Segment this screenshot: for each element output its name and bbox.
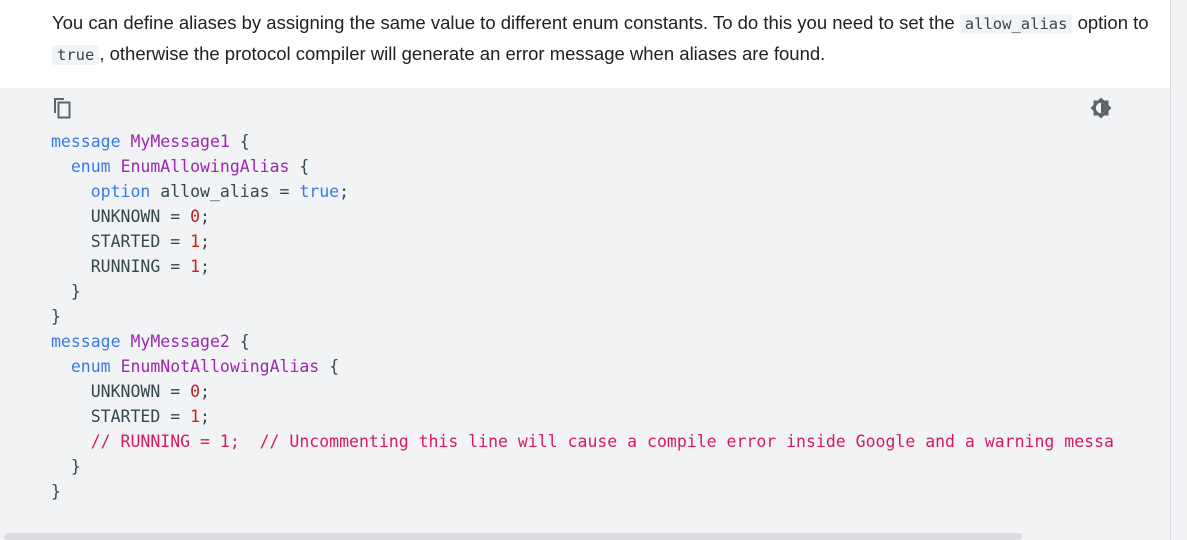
code-semicolon: ; bbox=[200, 257, 210, 276]
code-text: UNKNOWN = bbox=[90, 207, 181, 226]
code-type-name: EnumNotAllowingAlias bbox=[120, 357, 320, 376]
brightness-icon[interactable] bbox=[1089, 96, 1113, 120]
code-line-15: } bbox=[51, 482, 61, 501]
code-semicolon: ; bbox=[200, 382, 210, 401]
horizontal-scrollbar[interactable] bbox=[0, 532, 1170, 540]
code-semicolon: ; bbox=[200, 232, 210, 251]
code-line-6: RUNNING = 1; bbox=[51, 257, 210, 276]
code-brace: } bbox=[70, 457, 81, 476]
code-number: 0 bbox=[190, 382, 201, 401]
code-text: STARTED = bbox=[90, 232, 181, 251]
code-number: 1 bbox=[190, 232, 201, 251]
code-brace: } bbox=[51, 482, 61, 501]
vertical-scrollbar[interactable] bbox=[1170, 0, 1187, 540]
inline-code-allow-alias: allow_alias bbox=[959, 14, 1073, 34]
code-block: message MyMessage1 { enum EnumAllowingAl… bbox=[0, 88, 1170, 540]
code-number: 0 bbox=[190, 207, 201, 226]
code-line-8: } bbox=[51, 307, 61, 326]
code-brace: } bbox=[70, 282, 81, 301]
code-brace: { bbox=[329, 357, 340, 376]
paragraph-text-after: , otherwise the protocol compiler will g… bbox=[99, 43, 826, 64]
horizontal-scrollbar-thumb[interactable] bbox=[4, 533, 1022, 540]
code-keyword: message bbox=[51, 332, 121, 351]
code-line-10: enum EnumNotAllowingAlias { bbox=[51, 357, 339, 376]
code-line-13: // RUNNING = 1; // Uncommenting this lin… bbox=[51, 432, 1114, 451]
code-semicolon: ; bbox=[339, 182, 350, 201]
code-text: UNKNOWN = bbox=[90, 382, 181, 401]
code-line-7: } bbox=[51, 282, 81, 301]
code-keyword: enum bbox=[70, 157, 111, 176]
code-brace: { bbox=[299, 157, 310, 176]
code-type-name: EnumAllowingAlias bbox=[120, 157, 290, 176]
code-line-11: UNKNOWN = 0; bbox=[51, 382, 210, 401]
code-line-9: message MyMessage2 { bbox=[51, 332, 250, 351]
code-literal: true bbox=[299, 182, 340, 201]
code-type-name: MyMessage2 bbox=[130, 332, 230, 351]
code-semicolon: ; bbox=[200, 207, 210, 226]
code-number: 1 bbox=[190, 257, 201, 276]
code-line-12: STARTED = 1; bbox=[51, 407, 210, 426]
code-line-1: message MyMessage1 { bbox=[51, 132, 250, 151]
code-type-name: MyMessage1 bbox=[130, 132, 230, 151]
code-text: allow_alias = bbox=[160, 182, 290, 201]
code-keyword: message bbox=[51, 132, 121, 151]
copy-icon[interactable] bbox=[51, 96, 73, 120]
doc-content: You can define aliases by assigning the … bbox=[0, 0, 1170, 540]
inline-code-true: true bbox=[52, 45, 100, 65]
code-line-2: enum EnumAllowingAlias { bbox=[51, 157, 309, 176]
code-keyword: option bbox=[90, 182, 151, 201]
code-brace: { bbox=[239, 132, 250, 151]
code-text: STARTED = bbox=[90, 407, 181, 426]
code-brace: { bbox=[239, 332, 250, 351]
code-line-4: UNKNOWN = 0; bbox=[51, 207, 210, 226]
code-listing: message MyMessage1 { enum EnumAllowingAl… bbox=[51, 129, 1114, 504]
code-line-3: option allow_alias = true; bbox=[51, 182, 349, 201]
code-line-14: } bbox=[51, 457, 81, 476]
paragraph-text-mid: option to bbox=[1077, 12, 1149, 33]
paragraph-text-before: You can define aliases by assigning the … bbox=[52, 12, 955, 33]
code-keyword: enum bbox=[70, 357, 111, 376]
code-text: RUNNING = bbox=[90, 257, 181, 276]
code-line-5: STARTED = 1; bbox=[51, 232, 210, 251]
code-semicolon: ; bbox=[200, 407, 210, 426]
code-brace: } bbox=[51, 307, 61, 326]
code-number: 1 bbox=[190, 407, 201, 426]
code-comment: // RUNNING = 1; // Uncommenting this lin… bbox=[90, 432, 1114, 451]
description-paragraph: You can define aliases by assigning the … bbox=[52, 8, 1152, 70]
